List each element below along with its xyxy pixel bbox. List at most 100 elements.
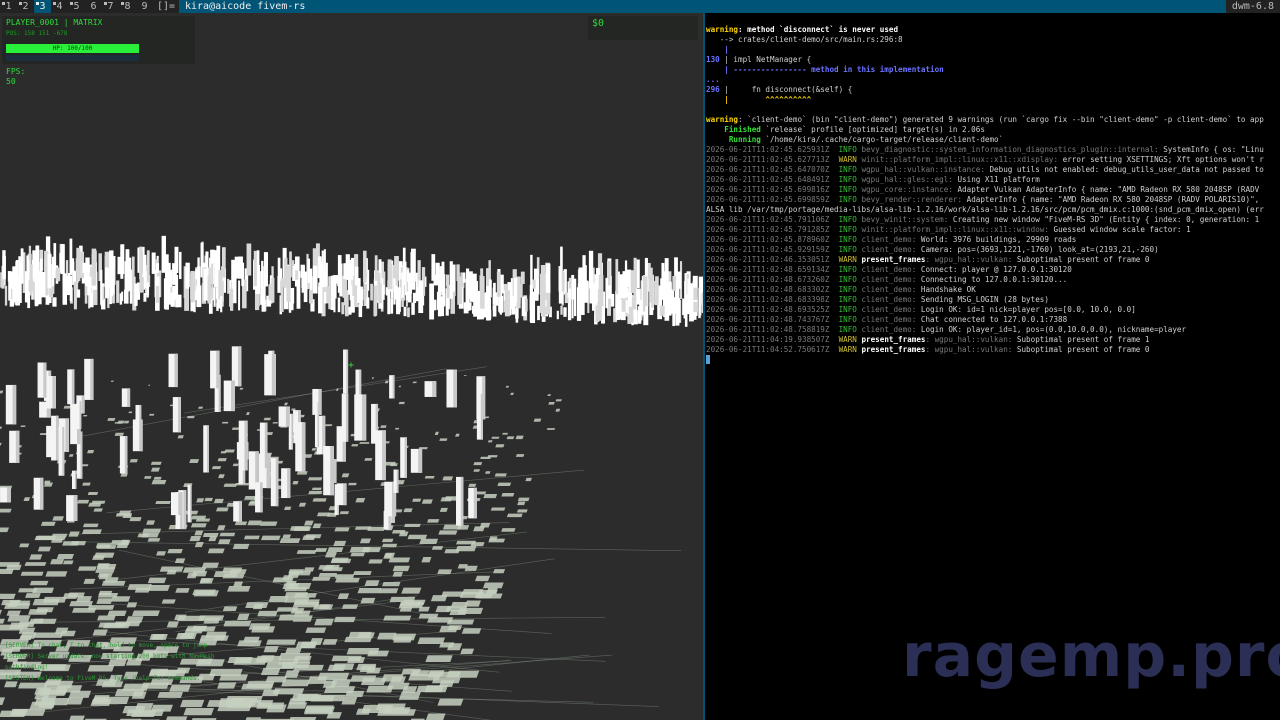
building bbox=[605, 277, 609, 309]
tag-1[interactable]: 1 bbox=[0, 0, 17, 13]
building bbox=[406, 270, 410, 282]
ground-plot bbox=[491, 436, 500, 439]
terminal-segment: client_demo: bbox=[856, 235, 917, 244]
tag-4[interactable]: 4 bbox=[51, 0, 68, 13]
tower-shade bbox=[317, 401, 319, 448]
building bbox=[675, 298, 681, 323]
building bbox=[412, 292, 417, 303]
terminal-segment: INFO bbox=[829, 265, 857, 274]
ground-plot bbox=[404, 523, 421, 528]
building bbox=[672, 304, 676, 327]
building bbox=[227, 278, 230, 294]
terminal[interactable]: warning: method `disconnect` is never us… bbox=[705, 13, 1280, 720]
terminal-segment: client_demo: bbox=[856, 295, 917, 304]
game-viewport[interactable]: PLAYER_0001 | MATRIX POS: 158 151 -678 H… bbox=[0, 13, 703, 720]
ground-plot bbox=[364, 580, 380, 586]
building bbox=[518, 283, 523, 298]
building bbox=[32, 281, 35, 300]
ground-plot bbox=[189, 535, 202, 542]
terminal-line: 2026-06-21T11:02:48.673260Z INFO client_… bbox=[706, 275, 1280, 285]
building bbox=[41, 272, 46, 298]
building bbox=[73, 284, 77, 310]
ground-plot bbox=[394, 427, 400, 430]
tag-8[interactable]: 8 bbox=[119, 0, 136, 13]
building bbox=[107, 276, 110, 289]
ground-plot bbox=[437, 569, 452, 574]
ground-plot bbox=[37, 687, 52, 694]
ground-plot bbox=[298, 502, 307, 507]
tag-5[interactable]: 5 bbox=[68, 0, 85, 13]
ground-plot bbox=[486, 587, 498, 594]
building bbox=[172, 263, 177, 285]
building bbox=[633, 257, 637, 289]
building bbox=[594, 281, 598, 306]
terminal-line: 2026-06-21T11:02:48.683398Z INFO client_… bbox=[706, 295, 1280, 305]
building bbox=[34, 287, 38, 307]
tower-shade bbox=[271, 354, 276, 396]
ground-plot bbox=[257, 610, 278, 617]
ground-plot bbox=[482, 582, 504, 589]
terminal-segment: Connecting to 127.0.0.1:30120... bbox=[916, 275, 1068, 284]
ground-plot bbox=[464, 375, 467, 376]
terminal-segment: : `client-demo` (bin "client-demo") gene… bbox=[738, 115, 1264, 124]
tag-7[interactable]: 7 bbox=[102, 0, 119, 13]
ground-plot bbox=[265, 676, 288, 683]
building bbox=[402, 247, 406, 285]
ground-plot bbox=[355, 498, 366, 503]
tower-shade bbox=[79, 401, 82, 430]
building bbox=[116, 280, 120, 303]
occupied-indicator-icon bbox=[2, 2, 5, 5]
building bbox=[393, 278, 396, 305]
building bbox=[234, 256, 239, 279]
ground-plot bbox=[148, 384, 151, 386]
ground-plot bbox=[153, 476, 162, 480]
ground-plot bbox=[233, 657, 268, 665]
window-title: kira@aicode fivem-rs bbox=[179, 0, 1226, 13]
tag-3[interactable]: 3 bbox=[34, 0, 51, 13]
ground-plot bbox=[286, 702, 308, 709]
cursor-icon bbox=[706, 355, 710, 364]
ground-plot bbox=[52, 516, 64, 521]
ground-plot bbox=[384, 461, 396, 466]
ground-plot bbox=[294, 593, 317, 598]
terminal-segment: AdapterInfo { name: "AMD Radeon RX 580 2… bbox=[962, 195, 1260, 204]
tag-2[interactable]: 2 bbox=[17, 0, 34, 13]
tower-shade bbox=[39, 477, 44, 510]
tag-6[interactable]: 6 bbox=[85, 0, 102, 13]
ground-plot bbox=[305, 627, 327, 633]
ground-plot bbox=[244, 700, 274, 708]
ground-plot bbox=[82, 482, 91, 486]
ground-plot bbox=[110, 380, 114, 382]
ground-plot bbox=[318, 604, 331, 609]
ground-plot bbox=[334, 574, 355, 579]
ground-plot bbox=[364, 458, 373, 461]
tag-9[interactable]: 9 bbox=[136, 0, 153, 13]
building bbox=[477, 290, 481, 320]
ground-plot bbox=[304, 520, 314, 526]
ground-plot bbox=[243, 535, 260, 540]
terminal-prompt[interactable] bbox=[706, 355, 1280, 365]
ground-plot bbox=[68, 531, 80, 537]
building bbox=[207, 275, 211, 304]
stamina-bar bbox=[6, 55, 139, 61]
tower-shade bbox=[81, 395, 85, 414]
building bbox=[530, 299, 536, 324]
ground-plot bbox=[495, 444, 505, 448]
building bbox=[220, 296, 223, 313]
terminal-line: ALSA lib /var/tmp/portage/media-libs/als… bbox=[706, 205, 1280, 215]
ground-plot bbox=[457, 564, 468, 569]
ground-plot bbox=[485, 471, 491, 474]
ground-plot bbox=[455, 433, 460, 437]
ground-plot bbox=[292, 481, 299, 485]
building bbox=[139, 246, 143, 280]
layout-indicator[interactable]: []= bbox=[153, 0, 179, 13]
ground-plot bbox=[29, 580, 49, 586]
ground-plot bbox=[216, 507, 229, 512]
building bbox=[445, 274, 450, 287]
building bbox=[268, 284, 274, 301]
terminal-line: 2026-06-21T11:02:48.659134Z INFO client_… bbox=[706, 265, 1280, 275]
building bbox=[151, 252, 156, 274]
building bbox=[161, 235, 166, 273]
ground-plot bbox=[278, 653, 311, 660]
dwm-bar: 123456789 []= kira@aicode fivem-rs dwm-6… bbox=[0, 0, 1280, 13]
